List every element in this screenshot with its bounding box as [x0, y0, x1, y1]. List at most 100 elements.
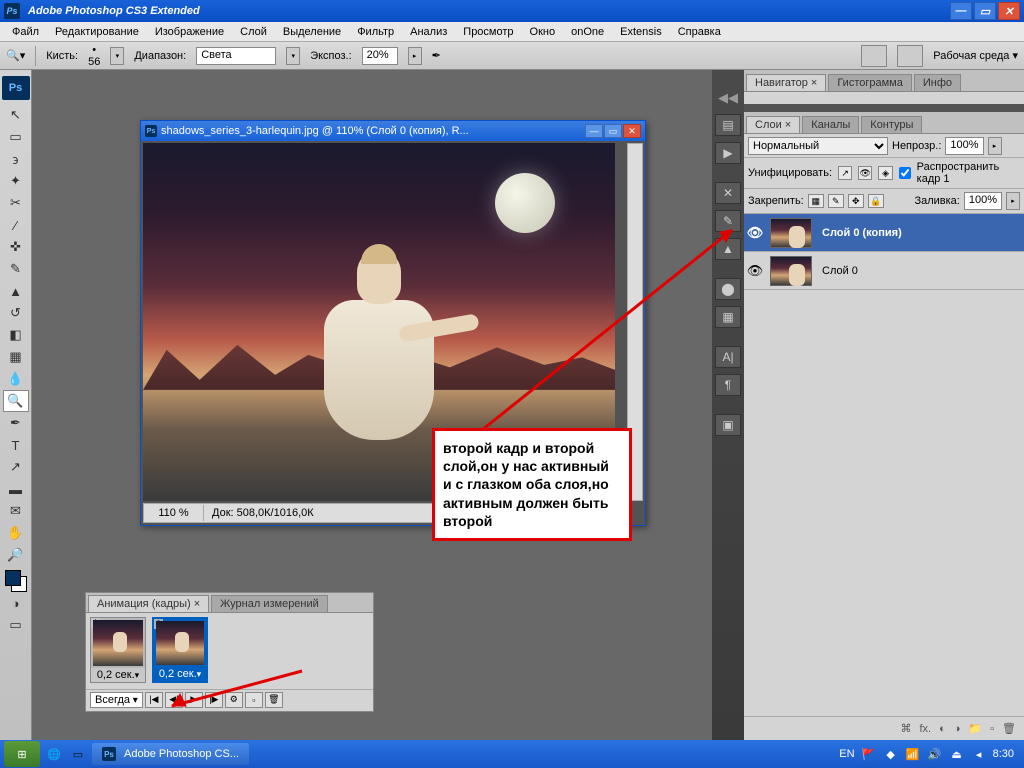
lock-position-icon[interactable]: ✥ [848, 194, 864, 208]
layer-mask-icon[interactable]: ◐ [939, 723, 946, 735]
tray-antivirus-icon[interactable]: ◆ [883, 746, 899, 762]
lock-all-icon[interactable]: 🔒 [868, 194, 884, 208]
airbrush-icon[interactable]: ✒ [432, 49, 441, 62]
fill-input[interactable]: 100% [964, 192, 1002, 210]
tab-histogram[interactable]: Гистограмма [828, 74, 912, 91]
go-bridge-icon[interactable]: ▦ [861, 45, 887, 67]
maximize-button[interactable]: ▭ [974, 2, 996, 20]
menu-window[interactable]: Окно [522, 24, 564, 40]
layer-row[interactable]: 👁 Слой 0 [744, 252, 1024, 290]
tray-flag-icon[interactable]: 🚩 [861, 746, 877, 762]
menu-image[interactable]: Изображение [147, 24, 232, 40]
hand-tool[interactable]: ✋ [3, 522, 29, 544]
eyedropper-tool[interactable]: ⁄ [3, 214, 29, 236]
layer-style-icon[interactable]: fx. [919, 723, 931, 735]
new-layer-icon[interactable]: ▫ [990, 723, 994, 735]
fg-color-swatch[interactable] [5, 570, 21, 586]
magic-wand-tool[interactable]: ✦ [3, 170, 29, 192]
crop-tool[interactable]: ✂ [3, 192, 29, 214]
range-select[interactable]: Света [196, 47, 276, 65]
menu-onone[interactable]: onOne [563, 24, 612, 40]
menu-filter[interactable]: Фильтр [349, 24, 402, 40]
screen-mode-icon[interactable]: ▭ [897, 45, 923, 67]
menu-select[interactable]: Выделение [275, 24, 349, 40]
layer-row[interactable]: 👁 Слой 0 (копия) [744, 214, 1024, 252]
adjustment-layer-icon[interactable]: ◑ [954, 723, 961, 735]
tab-navigator[interactable]: Навигатор × [746, 74, 826, 91]
link-layers-icon[interactable]: ⌘ [900, 722, 911, 735]
tab-animation[interactable]: Анимация (кадры) × [88, 595, 209, 612]
range-dropdown[interactable]: ▾ [286, 47, 300, 65]
type-tool[interactable]: T [3, 434, 29, 456]
move-tool[interactable]: ↖ [3, 104, 29, 126]
dodge-tool[interactable]: 🔍 [3, 390, 29, 412]
loop-select[interactable]: Всегда ▾ [90, 692, 143, 708]
layer-name[interactable]: Слой 0 (копия) [816, 227, 902, 239]
color-swatches[interactable] [5, 570, 27, 592]
language-indicator[interactable]: EN [839, 748, 854, 760]
brush-dropdown[interactable]: ▾ [110, 47, 124, 65]
animation-frame-1[interactable]: 1 0,2 сек.▾ [90, 617, 146, 683]
document-title-bar[interactable]: Ps shadows_series_3-harlequin.jpg @ 110%… [141, 121, 645, 141]
workspace-menu[interactable]: Рабочая среда ▾ [933, 49, 1018, 62]
shape-tool[interactable]: ▬ [3, 478, 29, 500]
doc-maximize-button[interactable]: ▭ [604, 124, 622, 138]
screen-mode-tool-icon[interactable]: ▭ [3, 614, 29, 636]
pen-tool[interactable]: ✒ [3, 412, 29, 434]
start-button[interactable]: ⊞ [4, 741, 40, 767]
tray-volume-icon[interactable]: 🔊 [927, 746, 943, 762]
quick-mask-icon[interactable]: ◑ [3, 592, 29, 614]
lasso-tool[interactable]: ϶ [3, 148, 29, 170]
gradient-tool[interactable]: ▦ [3, 346, 29, 368]
doc-close-button[interactable]: ✕ [623, 124, 641, 138]
notes-tool[interactable]: ✉ [3, 500, 29, 522]
propagate-checkbox[interactable] [899, 167, 911, 179]
brush-preset[interactable]: •56 [88, 44, 100, 68]
tab-layers[interactable]: Слои × [746, 116, 800, 133]
exposure-input[interactable]: 20% [362, 47, 398, 65]
quicklaunch-ie-icon[interactable]: 🌐 [44, 744, 64, 764]
first-frame-button[interactable]: |◀ [145, 692, 163, 708]
minimize-button[interactable]: — [950, 2, 972, 20]
menu-edit[interactable]: Редактирование [47, 24, 147, 40]
unify-visibility-icon[interactable]: 👁 [858, 166, 872, 180]
strip-tool-presets-icon[interactable]: ✕ [715, 182, 741, 204]
menu-help[interactable]: Справка [670, 24, 729, 40]
brush-tool[interactable]: ✎ [3, 258, 29, 280]
unify-position-icon[interactable]: ↗ [838, 166, 852, 180]
history-brush-tool[interactable]: ↺ [3, 302, 29, 324]
tray-more-icon[interactable]: ◂ [971, 746, 987, 762]
fill-slider[interactable]: ▸ [1006, 192, 1020, 210]
ps-logo-icon[interactable]: Ps [2, 76, 30, 100]
clock[interactable]: 8:30 [993, 748, 1014, 760]
document-zoom[interactable]: 110 % [144, 505, 204, 521]
lock-transparent-icon[interactable]: ▦ [808, 194, 824, 208]
blur-tool[interactable]: 💧 [3, 368, 29, 390]
exposure-slider[interactable]: ▸ [408, 47, 422, 65]
tray-safely-remove-icon[interactable]: ⏏ [949, 746, 965, 762]
frame-delay[interactable]: 0,2 сек.▾ [91, 668, 145, 682]
zoom-tool[interactable]: 🔎 [3, 544, 29, 566]
taskbar-app-button[interactable]: Ps Adobe Photoshop CS... [92, 743, 249, 765]
strip-actions-icon[interactable]: ▶ [715, 142, 741, 164]
menu-view[interactable]: Просмотр [455, 24, 521, 40]
tab-measurement-log[interactable]: Журнал измерений [211, 595, 328, 612]
menu-file[interactable]: Файл [4, 24, 47, 40]
dodge-tool-icon[interactable]: 🔍▾ [6, 49, 25, 62]
close-button[interactable]: ✕ [998, 2, 1020, 20]
unify-style-icon[interactable]: ◈ [878, 166, 892, 180]
stamp-tool[interactable]: ▲ [3, 280, 29, 302]
tab-info[interactable]: Инфо [914, 74, 961, 91]
delete-layer-icon[interactable]: 🗑 [1002, 722, 1016, 735]
strip-history-icon[interactable]: ▤ [715, 114, 741, 136]
tab-paths[interactable]: Контуры [861, 116, 922, 133]
menu-extensis[interactable]: Extensis [612, 24, 670, 40]
eraser-tool[interactable]: ◧ [3, 324, 29, 346]
opacity-slider[interactable]: ▸ [988, 137, 1002, 155]
layer-thumbnail[interactable] [770, 218, 812, 248]
menu-analysis[interactable]: Анализ [402, 24, 455, 40]
quicklaunch-desktop-icon[interactable]: ▭ [68, 744, 88, 764]
lock-pixels-icon[interactable]: ✎ [828, 194, 844, 208]
layer-name[interactable]: Слой 0 [816, 265, 858, 277]
path-select-tool[interactable]: ↗ [3, 456, 29, 478]
